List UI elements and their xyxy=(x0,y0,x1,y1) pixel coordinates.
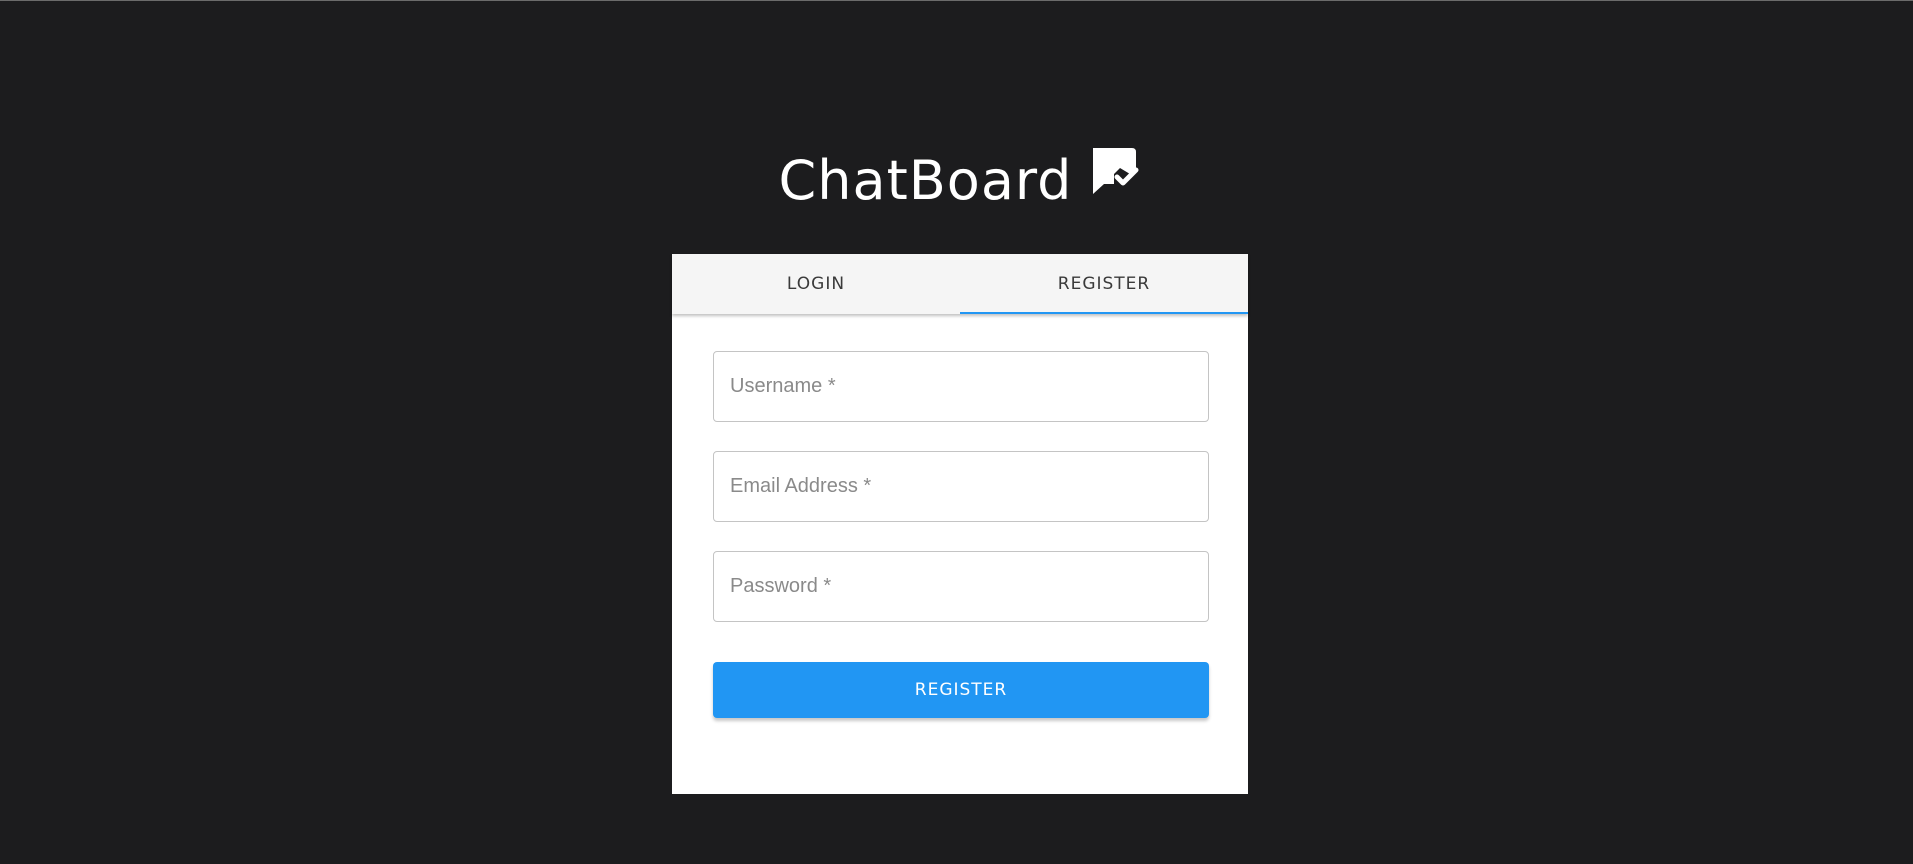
auth-card: LOGIN REGISTER REGISTER xyxy=(672,254,1248,794)
active-tab-indicator xyxy=(960,312,1248,314)
password-input[interactable] xyxy=(714,552,1208,621)
top-border xyxy=(0,0,1913,1)
brand-header: ChatBoard xyxy=(0,140,1913,220)
username-input[interactable] xyxy=(714,352,1208,421)
email-field xyxy=(713,451,1209,522)
register-button[interactable]: REGISTER xyxy=(713,662,1209,718)
password-field xyxy=(713,551,1209,622)
tab-register[interactable]: REGISTER xyxy=(960,254,1248,314)
email-input[interactable] xyxy=(714,452,1208,521)
brand-title: ChatBoard xyxy=(778,148,1073,212)
register-form xyxy=(713,351,1209,651)
username-field xyxy=(713,351,1209,422)
tab-login[interactable]: LOGIN xyxy=(672,254,960,314)
chat-check-icon xyxy=(1093,148,1139,194)
auth-tabs: LOGIN REGISTER xyxy=(672,254,1248,314)
